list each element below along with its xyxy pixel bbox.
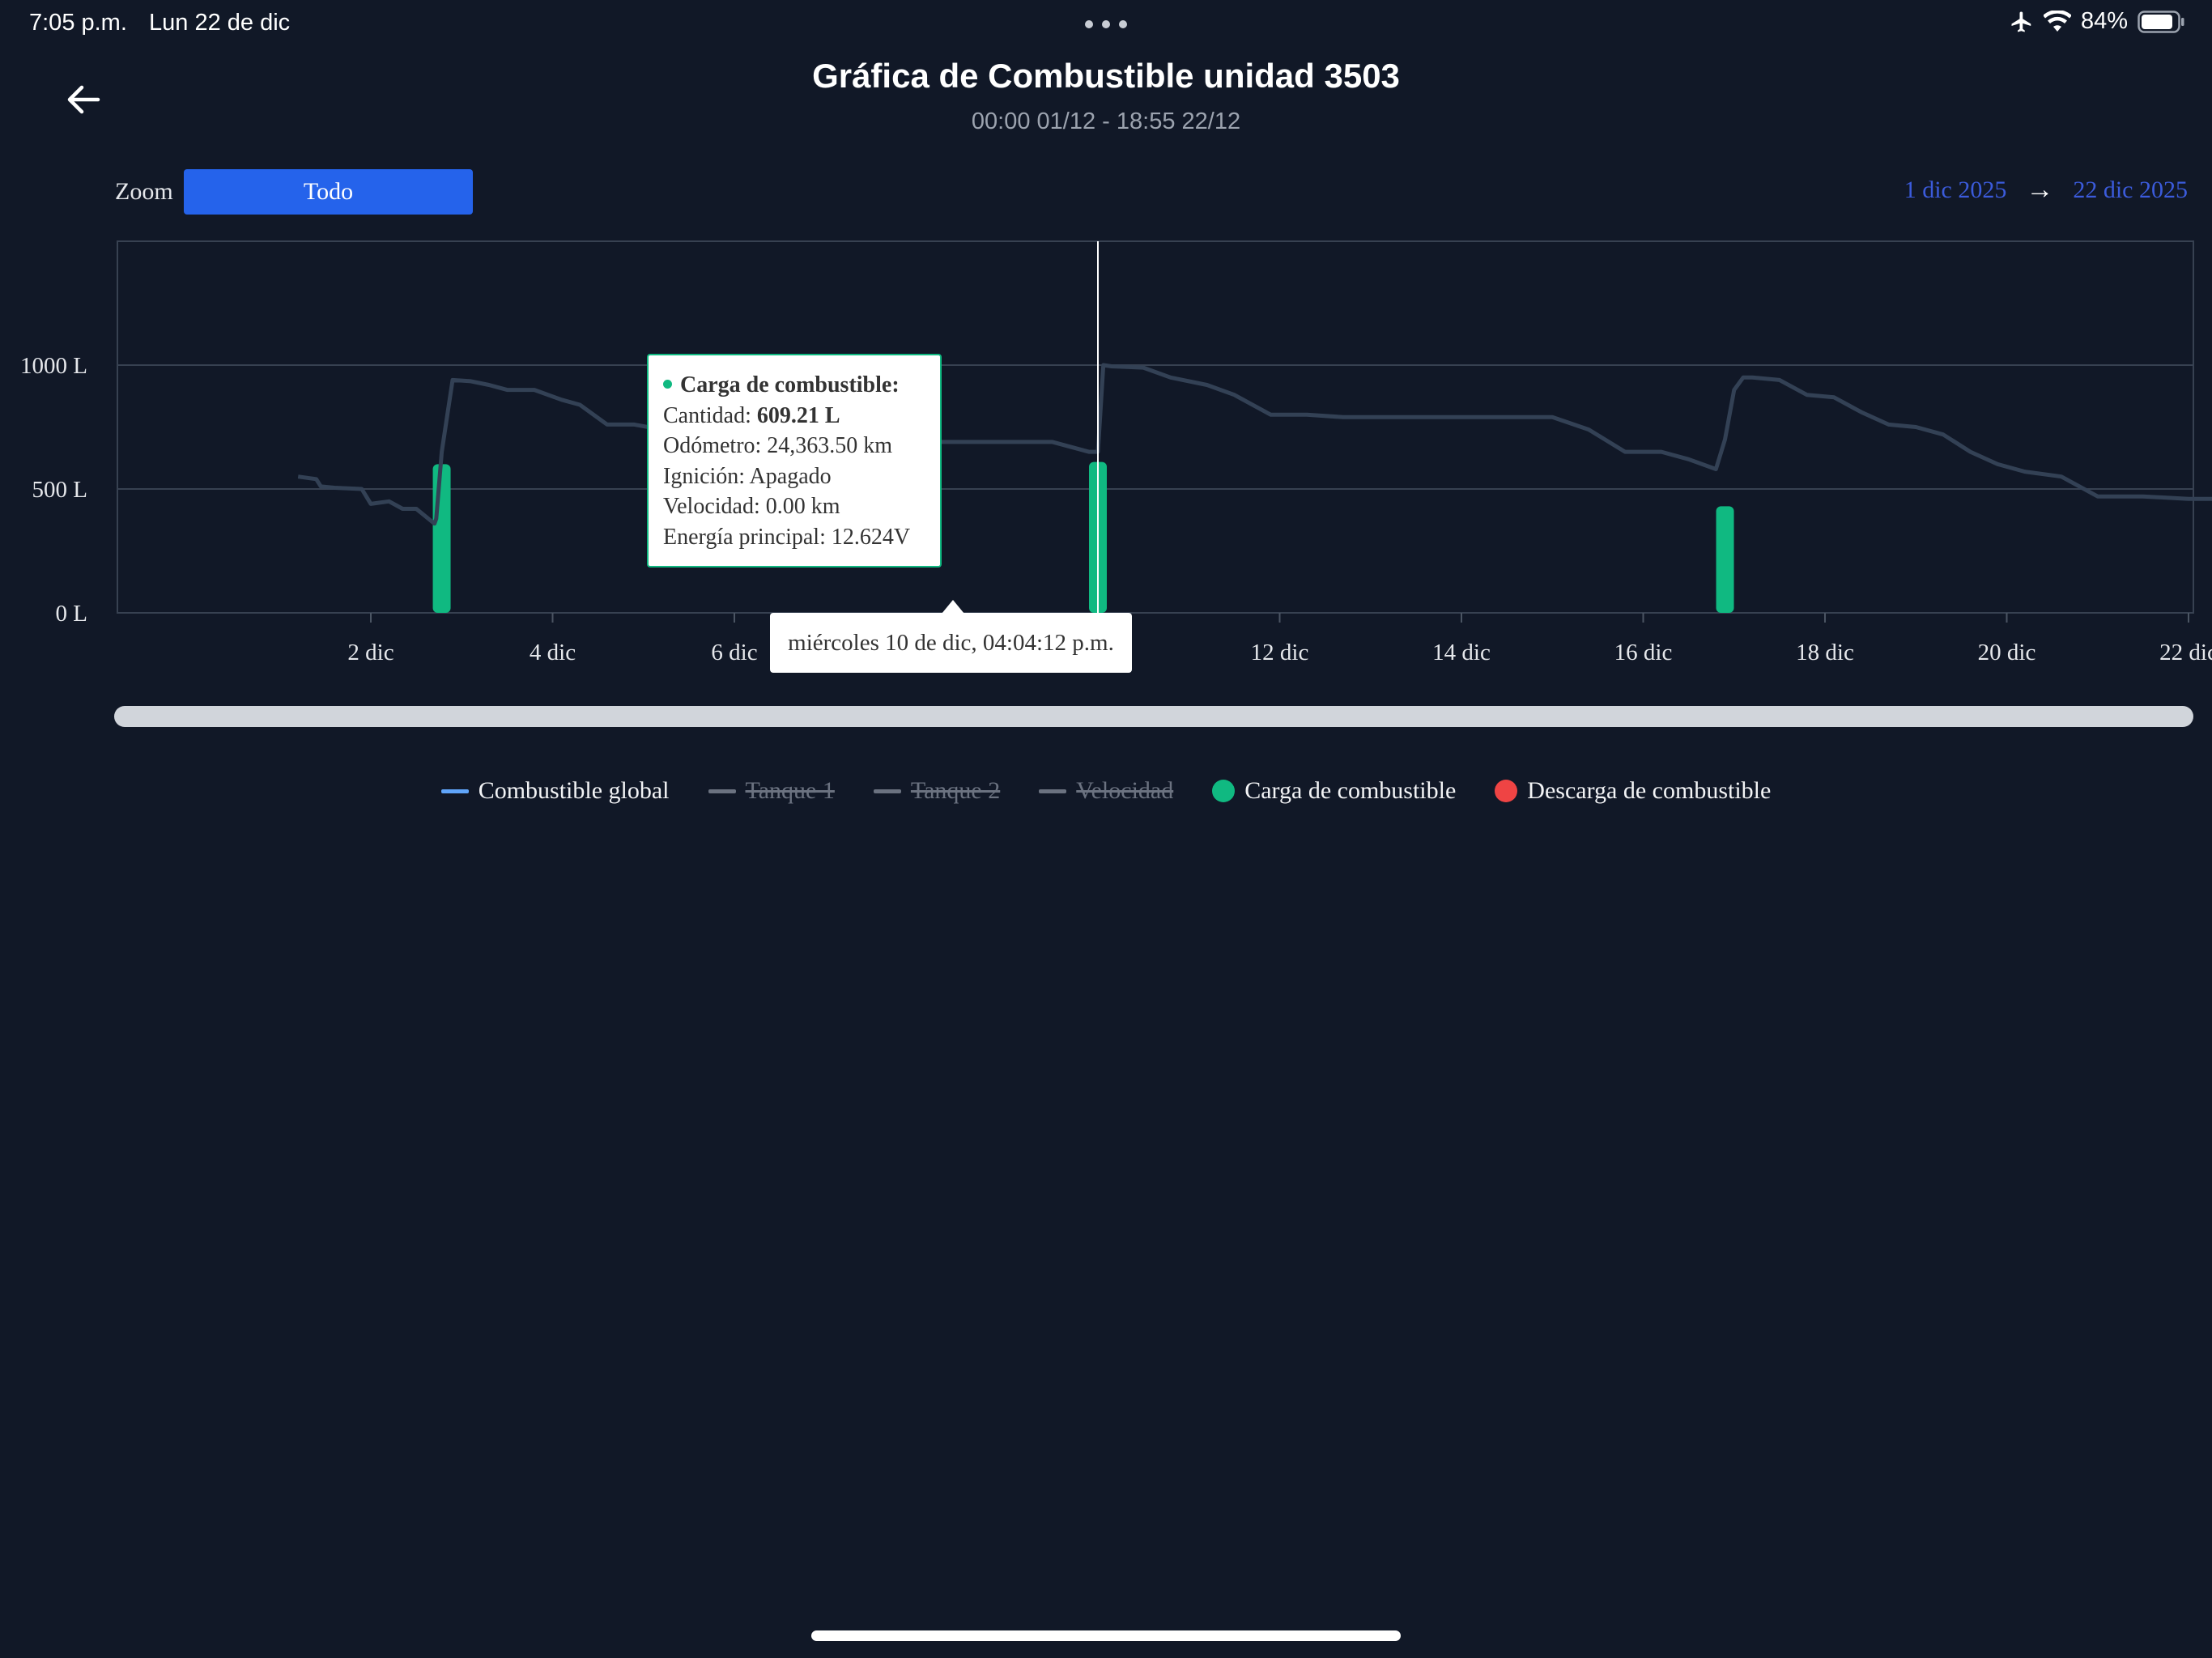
x-tick-label: 12 dic bbox=[1251, 640, 1309, 665]
legend-label: Carga de combustible bbox=[1244, 777, 1457, 804]
chart-legend: Combustible global Tanque 1 Tanque 2 Vel… bbox=[0, 777, 2212, 805]
legend-dot-icon bbox=[1212, 780, 1236, 802]
tooltip-dot-icon bbox=[663, 380, 672, 389]
chart-navigator-scrollbar[interactable] bbox=[114, 706, 2193, 727]
x-tick-label: 22 dic bbox=[2159, 640, 2212, 665]
legend-label: Descarga de combustible bbox=[1527, 777, 1772, 804]
legend-item-tanque-1[interactable]: Tanque 1 bbox=[708, 777, 835, 805]
date-tooltip: miércoles 10 de dic, 04:04:12 p.m. bbox=[770, 613, 1132, 673]
legend-line-icon bbox=[440, 789, 469, 793]
y-tick-label: 1000 L bbox=[20, 353, 87, 379]
legend-line-icon bbox=[708, 789, 736, 793]
tooltip-speed: Velocidad: 0.00 km bbox=[663, 494, 840, 519]
x-tick-label: 14 dic bbox=[1432, 640, 1491, 665]
tooltip-energy: Energía principal: 12.624V bbox=[663, 524, 911, 550]
tooltip-amount-value: 609.21 L bbox=[756, 402, 840, 428]
legend-item-combustible-global[interactable]: Combustible global bbox=[440, 777, 670, 805]
legend-item-descarga[interactable]: Descarga de combustible bbox=[1495, 777, 1771, 805]
plot-area bbox=[117, 240, 2194, 614]
legend-line-icon bbox=[1039, 789, 1067, 793]
chart-tooltip: Carga de combustible: Cantidad: 609.21 L… bbox=[647, 354, 942, 568]
legend-label: Combustible global bbox=[478, 777, 670, 804]
tooltip-ignition: Ignición: Apagado bbox=[663, 463, 832, 489]
legend-label: Tanque 2 bbox=[910, 777, 1001, 804]
x-tick-label: 6 dic bbox=[711, 640, 757, 665]
date-tooltip-pointer bbox=[942, 600, 964, 614]
tooltip-amount-label: Cantidad: bbox=[663, 402, 751, 428]
legend-item-velocidad[interactable]: Velocidad bbox=[1039, 777, 1173, 805]
fuel-line bbox=[297, 363, 2212, 526]
fuel-load-bar bbox=[432, 464, 451, 613]
legend-dot-icon bbox=[1495, 780, 1518, 802]
x-tick-label: 4 dic bbox=[530, 640, 576, 665]
legend-item-carga[interactable]: Carga de combustible bbox=[1212, 777, 1456, 805]
x-tick-label: 20 dic bbox=[1978, 640, 2036, 665]
x-tick-label: 2 dic bbox=[347, 640, 393, 665]
y-tick-label: 0 L bbox=[56, 601, 87, 627]
tooltip-title: Carga de combustible: bbox=[680, 372, 900, 397]
legend-label: Velocidad bbox=[1076, 777, 1174, 804]
home-indicator bbox=[811, 1630, 1401, 1641]
x-tick-label: 18 dic bbox=[1796, 640, 1854, 665]
legend-label: Tanque 1 bbox=[745, 777, 835, 804]
tooltip-odometer: Odómetro: 24,363.50 km bbox=[663, 433, 893, 458]
x-tick-label: 16 dic bbox=[1614, 640, 1673, 665]
fuel-load-bar bbox=[1716, 506, 1734, 613]
legend-item-tanque-2[interactable]: Tanque 2 bbox=[873, 777, 1001, 805]
legend-line-icon bbox=[873, 789, 901, 793]
y-tick-label: 500 L bbox=[32, 477, 87, 503]
